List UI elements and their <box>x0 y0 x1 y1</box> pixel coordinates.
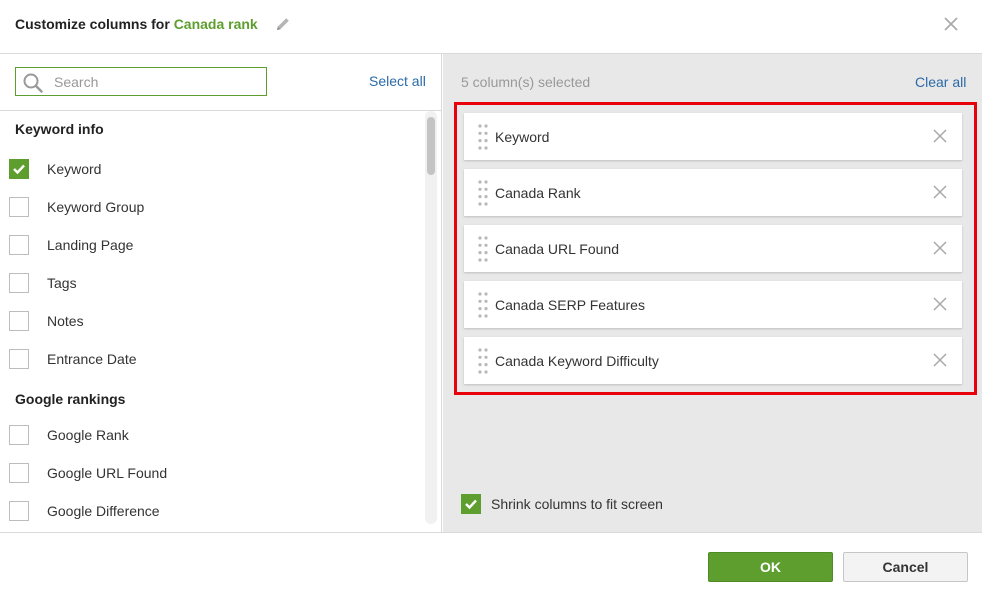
search-box <box>15 67 267 96</box>
checkbox-checked[interactable] <box>9 159 29 179</box>
search-input[interactable] <box>54 72 254 92</box>
checkbox[interactable] <box>9 425 29 445</box>
scrollbar[interactable] <box>425 111 437 524</box>
selected-column-card[interactable]: Canada SERP Features <box>464 281 962 328</box>
option-label: Keyword Group <box>47 199 145 215</box>
option-notes[interactable]: Notes <box>9 309 409 331</box>
option-landing-page[interactable]: Landing Page <box>9 233 409 255</box>
option-label: Google Difference <box>47 503 160 519</box>
selected-column-card[interactable]: Canada URL Found <box>464 225 962 272</box>
cancel-button[interactable]: Cancel <box>843 552 968 582</box>
checkbox[interactable] <box>9 273 29 293</box>
selected-column-label: Canada Rank <box>495 185 581 201</box>
drag-handle-icon[interactable] <box>478 292 488 318</box>
selected-column-card[interactable]: Keyword <box>464 113 962 160</box>
drag-handle-icon[interactable] <box>478 180 488 206</box>
option-google-difference[interactable]: Google Difference <box>9 499 409 521</box>
option-google-url-found[interactable]: Google URL Found <box>9 461 409 483</box>
remove-icon[interactable] <box>932 128 948 144</box>
option-label: Notes <box>47 313 84 329</box>
drag-handle-icon[interactable] <box>478 124 488 150</box>
remove-icon[interactable] <box>932 296 948 312</box>
checkbox[interactable] <box>9 235 29 255</box>
title-project-name: Canada rank <box>173 16 258 32</box>
available-columns-panel: Select all Keyword info Keyword Keyword … <box>0 54 442 532</box>
drag-handle-icon[interactable] <box>478 236 488 262</box>
check-icon <box>13 164 25 175</box>
title-prefix: Customize columns for <box>15 16 174 32</box>
dialog-header: Customize columns for Canada rank <box>0 0 982 54</box>
option-entrance-date[interactable]: Entrance Date <box>9 347 409 369</box>
selected-count: 5 column(s) selected <box>461 74 591 90</box>
checkbox[interactable] <box>9 197 29 217</box>
shrink-columns-option[interactable]: Shrink columns to fit screen <box>461 493 721 515</box>
clear-all-link[interactable]: Clear all <box>915 74 966 90</box>
option-tags[interactable]: Tags <box>9 271 409 293</box>
group-title-keyword-info: Keyword info <box>15 121 104 137</box>
select-all-link[interactable]: Select all <box>369 73 426 89</box>
option-google-rank[interactable]: Google Rank <box>9 423 409 445</box>
option-label: Entrance Date <box>47 351 137 367</box>
ok-button[interactable]: OK <box>708 552 833 582</box>
scrollbar-thumb[interactable] <box>427 117 435 175</box>
column-options-list: Keyword info Keyword Keyword Group Landi… <box>0 111 425 532</box>
checkbox[interactable] <box>9 349 29 369</box>
pencil-icon[interactable] <box>274 15 292 33</box>
checkbox[interactable] <box>9 501 29 521</box>
option-keyword-group[interactable]: Keyword Group <box>9 195 409 217</box>
selected-column-label: Canada SERP Features <box>495 297 645 313</box>
selected-column-label: Canada Keyword Difficulty <box>495 353 659 369</box>
drag-handle-icon[interactable] <box>478 348 488 374</box>
option-label: Keyword <box>47 161 102 177</box>
dialog-footer: OK Cancel <box>0 532 982 589</box>
remove-icon[interactable] <box>932 352 948 368</box>
remove-icon[interactable] <box>932 240 948 256</box>
option-label: Google URL Found <box>47 465 168 481</box>
selected-column-card[interactable]: Canada Rank <box>464 169 962 216</box>
dialog-title: Customize columns for Canada rank <box>15 16 258 32</box>
close-icon[interactable] <box>940 13 962 35</box>
shrink-columns-label: Shrink columns to fit screen <box>491 496 663 512</box>
checkbox[interactable] <box>9 463 29 483</box>
group-title-google-rankings: Google rankings <box>15 391 126 407</box>
selected-column-label: Keyword <box>495 129 550 145</box>
option-label: Google Rank <box>47 427 129 443</box>
option-label: Tags <box>47 275 77 291</box>
remove-icon[interactable] <box>932 184 948 200</box>
checkbox[interactable] <box>9 311 29 331</box>
check-icon <box>465 499 477 510</box>
option-label: Landing Page <box>47 237 134 253</box>
selected-column-label: Canada URL Found <box>495 241 620 257</box>
search-icon <box>23 73 43 93</box>
selected-columns-panel: 5 column(s) selected Clear all Keyword C… <box>443 54 982 532</box>
selected-column-card[interactable]: Canada Keyword Difficulty <box>464 337 962 384</box>
checkbox-checked[interactable] <box>461 494 481 514</box>
option-keyword[interactable]: Keyword <box>9 157 409 179</box>
